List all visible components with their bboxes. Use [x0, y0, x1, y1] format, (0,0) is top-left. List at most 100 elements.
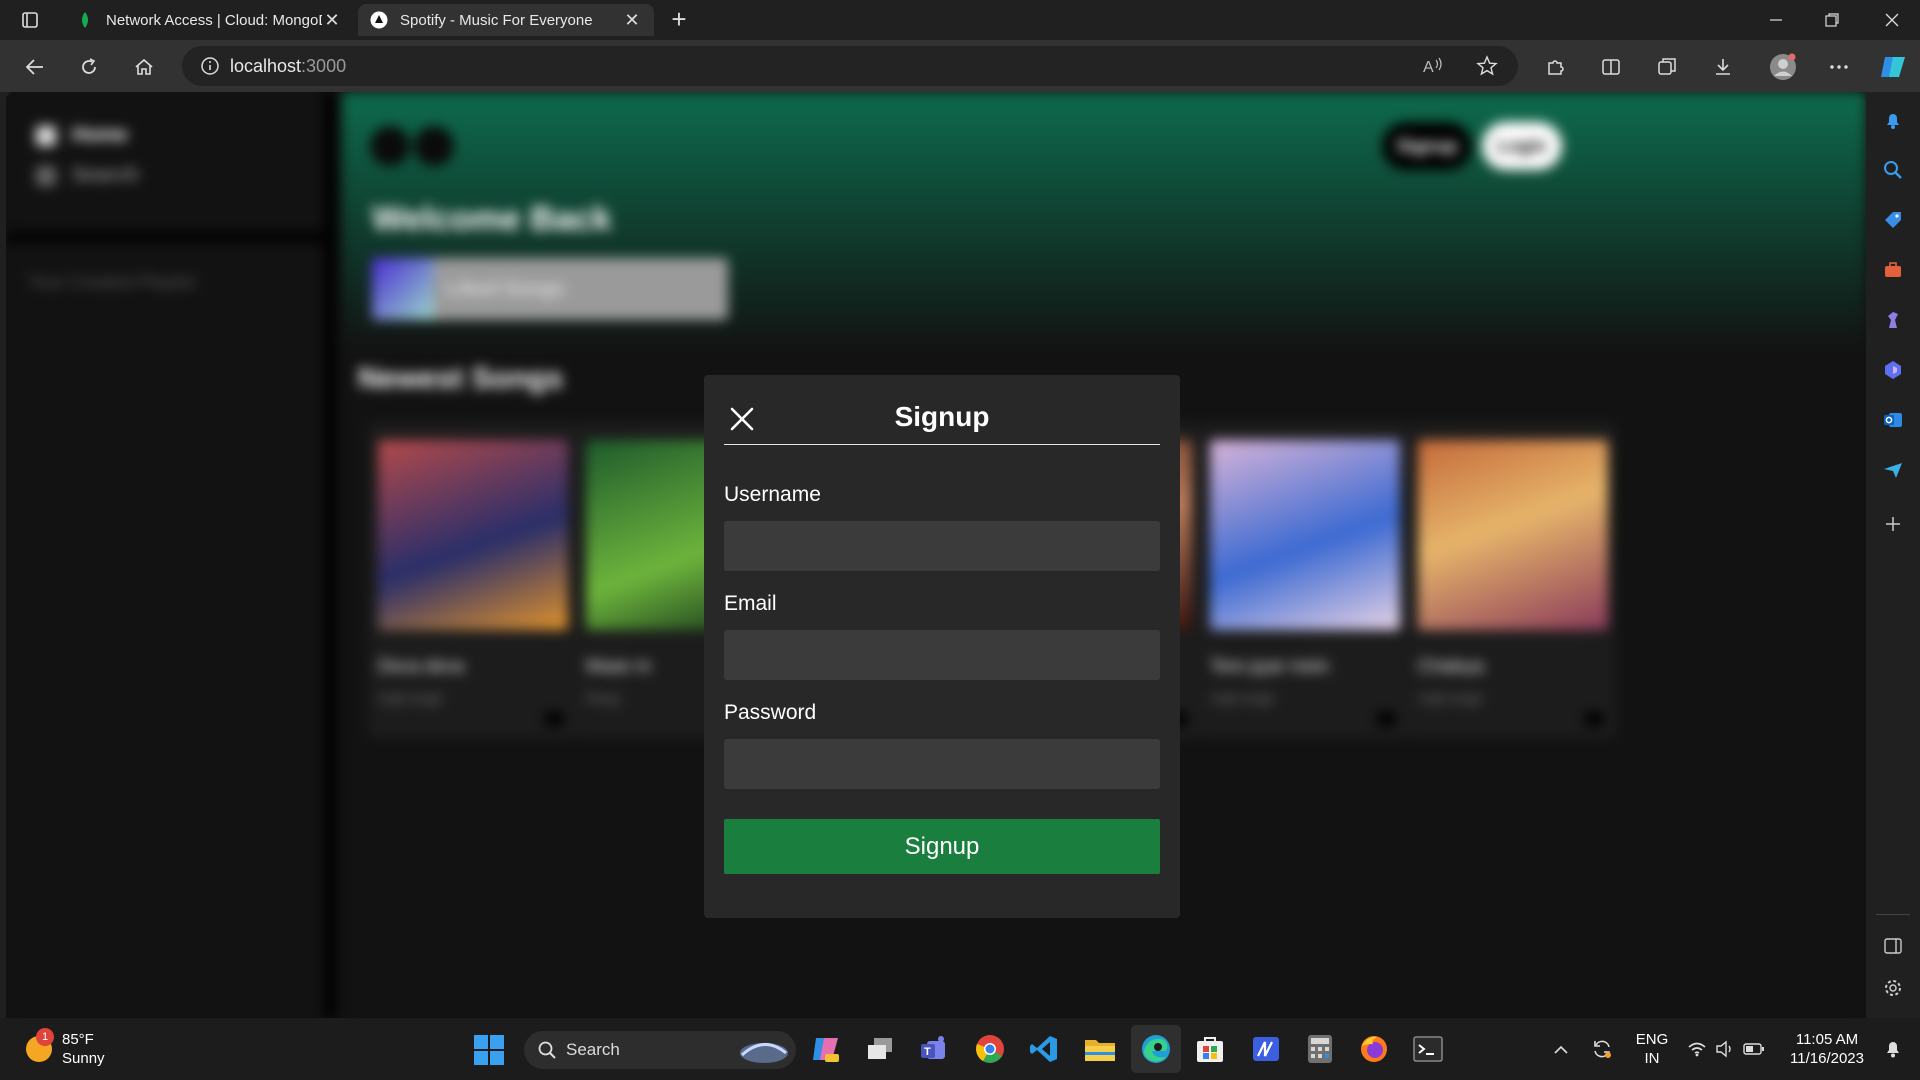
close-tab-icon[interactable]: ✕ — [622, 10, 642, 31]
song-artist: Rang — [586, 690, 620, 706]
profile-button[interactable] — [1766, 50, 1800, 84]
song-card[interactable]: Deva deva Arijit singh — [368, 422, 576, 738]
puzzle-icon — [1548, 60, 1564, 75]
song-card[interactable]: Tere pyar mein Arijit singh — [1200, 422, 1408, 738]
tools-button[interactable] — [1879, 256, 1907, 284]
email-label: Email — [724, 592, 777, 615]
edge-app[interactable] — [1131, 1025, 1181, 1073]
tab-mongodb[interactable]: Network Access | Cloud: MongoDB Cloud ✕ — [64, 4, 354, 36]
terminal-app[interactable] — [1412, 1033, 1444, 1065]
edge-icon — [1142, 1035, 1170, 1063]
clock[interactable]: 11:05 AM 11/16/2023 — [1782, 1018, 1872, 1080]
favorite-star-icon[interactable] — [1476, 55, 1498, 77]
chess-piece-icon — [1888, 312, 1898, 328]
play-icon[interactable] — [1584, 712, 1604, 726]
password-label: Password — [724, 701, 817, 724]
play-icon[interactable] — [1376, 712, 1396, 726]
prev-page-button[interactable] — [370, 126, 410, 166]
modal-title: Signup — [894, 401, 990, 432]
sidebar-panel-icon — [1884, 938, 1902, 954]
liked-songs-card[interactable]: Liked Songs — [372, 258, 728, 320]
show-hidden-icons-button[interactable] — [1548, 1018, 1574, 1080]
microsoft365-button[interactable] — [1879, 356, 1907, 384]
sync-tray-icon[interactable] — [1586, 1018, 1618, 1080]
copilot-taskbar-app[interactable] — [810, 1033, 842, 1065]
modal-header: Signup — [724, 395, 1160, 445]
collections-icon — [1658, 58, 1676, 75]
add-sidebar-app-button[interactable] — [1879, 510, 1907, 538]
chevron-up-icon — [1554, 1045, 1568, 1054]
home-button[interactable] — [127, 50, 161, 84]
weather-widget[interactable]: 1 85°F Sunny — [26, 1028, 105, 1068]
close-window-button[interactable] — [1864, 0, 1920, 40]
send-button[interactable] — [1879, 456, 1907, 484]
notifications-button[interactable] — [1879, 106, 1907, 134]
chrome-app[interactable] — [974, 1033, 1006, 1065]
teams-icon: T — [921, 1036, 945, 1059]
minimize-button[interactable] — [1748, 0, 1804, 40]
created-playlist-label[interactable]: Your Created Playlist — [28, 272, 195, 293]
sidebar-nav-panel: Home Search — [6, 92, 324, 232]
microsoft-store-app[interactable] — [1194, 1033, 1226, 1065]
notification-center-button[interactable] — [1876, 1018, 1910, 1080]
tab-actions-button[interactable] — [0, 0, 60, 40]
site-info-icon[interactable] — [200, 56, 220, 76]
file-explorer-app[interactable] — [1084, 1033, 1116, 1065]
tab-spotify[interactable]: Spotify - Music For Everyone ✕ — [358, 4, 654, 36]
teams-app[interactable]: T — [918, 1033, 950, 1065]
address-bar[interactable]: localhost:3000 A — [182, 46, 1518, 86]
song-card[interactable]: Chaleya Arijit singh — [1408, 422, 1616, 738]
refresh-button[interactable] — [72, 50, 106, 84]
sidebar-settings-button[interactable] — [1879, 974, 1907, 1002]
search-icon — [538, 1041, 556, 1059]
quick-settings-button[interactable] — [1684, 1018, 1768, 1080]
firefox-icon — [1361, 1036, 1387, 1062]
start-button[interactable] — [474, 1035, 504, 1065]
firefox-app[interactable] — [1358, 1033, 1390, 1065]
downloads-button[interactable] — [1706, 50, 1740, 84]
calculator-app[interactable] — [1304, 1033, 1336, 1065]
song-title: Deva deva — [378, 656, 465, 676]
username-input[interactable] — [724, 521, 1160, 571]
vscode-app[interactable] — [1028, 1033, 1060, 1065]
email-input[interactable] — [724, 630, 1160, 680]
song-title: Maan m — [586, 656, 652, 676]
copilot-button[interactable] — [1876, 50, 1910, 84]
password-input[interactable] — [724, 739, 1160, 789]
outlook-icon — [1884, 413, 1902, 427]
new-tab-button[interactable]: + — [664, 6, 694, 34]
restore-button[interactable] — [1804, 0, 1860, 40]
sidebar-search-button[interactable] — [1879, 156, 1907, 184]
signup-submit-button[interactable]: Signup — [724, 819, 1160, 874]
remote-app[interactable] — [1250, 1033, 1282, 1065]
task-view-app[interactable] — [864, 1033, 896, 1065]
clock-text: 11:05 AM 11/16/2023 — [1790, 1030, 1864, 1068]
outlook-button[interactable] — [1879, 406, 1907, 434]
wifi-icon — [1688, 1042, 1706, 1057]
more-horizontal-icon — [1830, 65, 1848, 69]
games-button[interactable] — [1879, 306, 1907, 334]
back-arrow-icon — [25, 59, 43, 75]
url-host: localhost — [230, 55, 302, 76]
close-tab-icon[interactable]: ✕ — [322, 10, 342, 31]
read-aloud-icon[interactable]: A — [1422, 56, 1444, 76]
language-indicator[interactable]: ENG IN — [1630, 1018, 1674, 1080]
collections-button[interactable] — [1650, 50, 1684, 84]
shopping-button[interactable] — [1879, 206, 1907, 234]
nav-home[interactable]: Home — [36, 124, 128, 147]
play-icon[interactable] — [544, 712, 564, 726]
settings-more-button[interactable] — [1822, 50, 1856, 84]
hide-sidebar-button[interactable] — [1879, 932, 1907, 960]
next-page-button[interactable] — [414, 126, 454, 166]
header-login-button[interactable]: Login — [1482, 122, 1562, 170]
header-signup-button[interactable]: Signup — [1382, 122, 1472, 170]
battery-icon — [1743, 1043, 1764, 1055]
volume-icon — [1716, 1040, 1731, 1058]
browser-toolbar: localhost:3000 A — [0, 40, 1920, 92]
split-screen-button[interactable] — [1594, 50, 1628, 84]
nav-search[interactable]: Search — [36, 164, 139, 187]
tag-icon — [1885, 212, 1901, 228]
extensions-button[interactable] — [1538, 50, 1572, 84]
back-button[interactable] — [18, 50, 52, 84]
taskbar-search[interactable]: Search — [524, 1031, 796, 1069]
